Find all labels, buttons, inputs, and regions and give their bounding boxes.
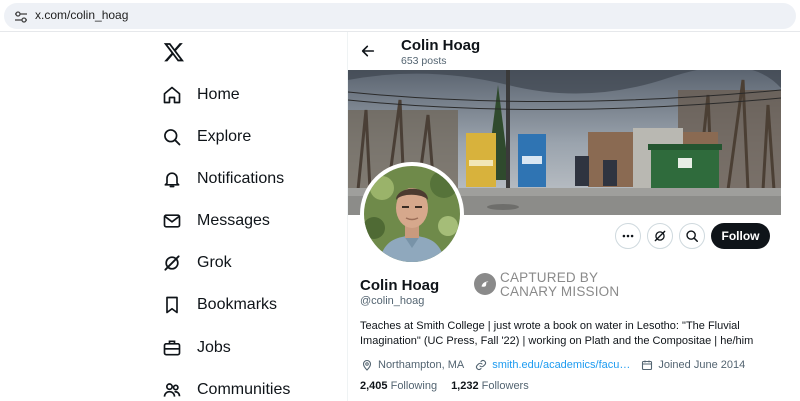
nav-label: Bookmarks [197,296,278,313]
grok-button[interactable] [647,223,673,249]
nav-item-home[interactable]: Home [160,77,340,113]
nav-label: Explore [197,128,252,145]
profile-handle: @colin_hoag [360,295,425,307]
x-logo-icon[interactable] [163,41,185,63]
nav-label: Home [197,86,240,103]
grok-icon [160,251,184,275]
nav-label: Messages [197,212,270,229]
stamp-line-2: CANARY MISSION [500,284,620,299]
people-icon [160,378,184,401]
url-field[interactable]: x.com/colin_hoag [4,3,796,29]
back-button[interactable] [357,40,379,62]
nav-item-bookmarks[interactable]: Bookmarks [160,287,340,323]
header-post-count: 653 posts [401,55,447,67]
following-label: Following [390,380,438,392]
followers-label: Followers [481,380,529,392]
url-text: x.com/colin_hoag [35,8,129,22]
stamp-line-1: CAPTURED BY [500,270,599,285]
profile-location: Northampton, MA [378,359,465,371]
link-icon [474,358,488,372]
profile-website-link[interactable]: smith.edu/academics/facu… [492,359,630,371]
canary-bird-icon [474,273,496,295]
followers-count: 1,232 [451,380,479,392]
site-settings-icon[interactable] [14,11,28,23]
search-profile-button[interactable] [679,223,705,249]
envelope-icon [160,209,184,233]
profile-bio: Teaches at Smith College | just wrote a … [360,320,754,347]
nav-item-messages[interactable]: Messages [160,203,340,239]
nav-label: Jobs [197,339,231,356]
browser-address-bar: x.com/colin_hoag [0,0,800,32]
follow-button[interactable]: Follow [711,223,770,249]
calendar-icon [640,358,654,372]
following-count: 2,405 [360,380,388,392]
profile-stats: 2,405 Following 1,232 Followers [360,380,529,392]
nav-item-explore[interactable]: Explore [160,119,340,155]
nav-item-communities[interactable]: Communities [160,372,340,401]
briefcase-icon [160,336,184,360]
profile-joined-date: Joined June 2014 [658,359,746,371]
followers-link[interactable]: 1,232 Followers [451,380,529,392]
canary-mission-watermark: CAPTURED BY CANARY MISSION [474,270,654,300]
profile-name: Colin Hoag [360,277,440,294]
nav-item-jobs[interactable]: Jobs [160,330,340,366]
nav-item-grok[interactable]: Grok [160,245,340,281]
header-profile-name: Colin Hoag [401,37,481,54]
more-button[interactable] [615,223,641,249]
profile-avatar[interactable] [360,162,464,266]
bell-icon [160,167,184,191]
grok-icon [654,230,666,242]
more-dots-icon [622,234,634,238]
following-link[interactable]: 2,405 Following [360,380,437,392]
home-icon [160,83,184,107]
nav-label: Grok [197,254,232,271]
location-pin-icon [360,358,374,372]
nav-label: Communities [197,381,291,398]
nav-label: Notifications [197,170,285,187]
profile-meta-row: Northampton, MA smith.edu/academics/facu… [360,357,745,373]
bookmark-icon [160,293,184,317]
search-icon [686,230,699,243]
arrow-left-icon [361,45,375,57]
nav-item-notifications[interactable]: Notifications [160,161,340,197]
search-icon [160,125,184,149]
